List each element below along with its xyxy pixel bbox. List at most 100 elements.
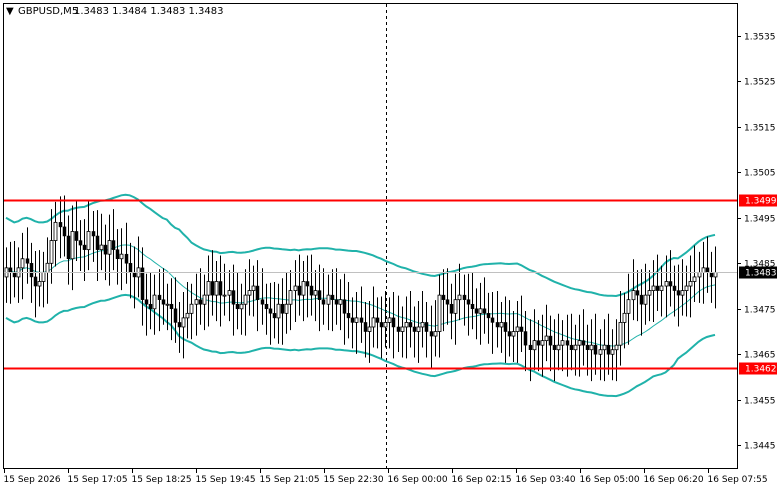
- candle-bull: [214, 281, 219, 296]
- candle-bull: [659, 285, 664, 291]
- candle-bear: [474, 308, 479, 314]
- y-tick-label: 1.3495: [744, 215, 776, 225]
- y-tick-label: 1.3465: [744, 351, 776, 361]
- candle-bull: [614, 344, 619, 351]
- candle-bear: [58, 222, 63, 228]
- candle-bear: [297, 285, 302, 296]
- candle-bear: [309, 285, 314, 296]
- candle-bull: [688, 281, 693, 287]
- candle-bear: [115, 249, 120, 259]
- candle-bear: [66, 235, 71, 259]
- candle-bull: [515, 326, 520, 332]
- y-tick-label: 1.3515: [744, 124, 776, 134]
- candle-bear: [705, 267, 710, 273]
- y-tick-label: 1.3525: [744, 78, 776, 88]
- candle-bear: [173, 308, 178, 323]
- candle-bull: [338, 299, 343, 305]
- price-chart[interactable]: 1.3499 1.3462 1.3483 1.3535 1.3525 1.3515 1.3…: [0, 0, 781, 489]
- candle-bear: [74, 231, 79, 241]
- candle-bull: [288, 290, 293, 305]
- candle-bull: [433, 331, 438, 337]
- candle-bear: [672, 285, 677, 291]
- candle-bull: [499, 322, 504, 328]
- candle-bear: [441, 294, 446, 300]
- candle-bull: [532, 340, 537, 351]
- candle-bull: [45, 262, 50, 273]
- candle-bull: [684, 285, 689, 291]
- y-tick-label: 1.3475: [744, 306, 776, 316]
- candle-bear: [111, 240, 116, 250]
- candle-bear: [449, 303, 454, 314]
- candle-bear: [635, 290, 640, 296]
- candle-bull: [622, 312, 627, 323]
- candle-bear: [231, 290, 236, 305]
- candle-bear: [462, 294, 467, 300]
- candle-bull: [577, 340, 582, 346]
- candle-bull: [626, 299, 631, 314]
- quote-values: 1.3483 1.3484 1.3483 1.3483: [74, 6, 224, 17]
- candle-bear: [676, 290, 681, 296]
- candle-bear: [264, 303, 269, 310]
- candle-bear: [466, 299, 471, 305]
- candle-bear: [62, 226, 67, 237]
- x-tick-label: 16 Sep 07:55: [708, 475, 768, 485]
- candle-bear: [334, 299, 339, 305]
- candle-bear: [445, 299, 450, 305]
- candle-bear: [124, 253, 129, 264]
- candle-bear: [379, 322, 384, 328]
- candle-bear: [396, 326, 401, 332]
- candle-bear: [482, 308, 487, 314]
- candle-bull: [86, 231, 91, 251]
- candle-bear: [429, 331, 434, 337]
- candle-bull: [284, 303, 289, 314]
- candle-bull: [185, 312, 190, 319]
- candle-bear: [161, 299, 166, 305]
- candle-bull: [313, 290, 318, 296]
- x-tick-label: 15 Sep 18:25: [132, 475, 192, 485]
- candle-bull: [227, 290, 232, 296]
- candle-bull: [387, 317, 392, 323]
- candle-bull: [631, 290, 636, 301]
- candle-bull: [152, 294, 157, 310]
- x-tick-label: 15 Sep 2026: [4, 475, 61, 485]
- candle-bear: [255, 285, 260, 300]
- candle-bull: [383, 322, 388, 328]
- candle-bear: [8, 267, 13, 273]
- y-tick-label: 1.3445: [744, 442, 776, 452]
- candle-bear: [593, 344, 598, 355]
- candle-bear: [218, 281, 223, 296]
- candle-bull: [206, 281, 211, 296]
- candle-bull: [189, 303, 194, 314]
- y-tick-label: 1.3505: [744, 169, 776, 179]
- collapse-arrow-icon[interactable]: ▼: [6, 6, 14, 17]
- candle-bear: [412, 326, 417, 332]
- x-tick-label: 15 Sep 22:30: [324, 475, 384, 485]
- candle-bear: [157, 294, 162, 300]
- x-tick-label: 16 Sep 06:20: [644, 475, 704, 485]
- candle-bear: [528, 344, 533, 350]
- candle-bull: [20, 258, 25, 269]
- candle-bull: [371, 317, 376, 328]
- x-tick-label: 16 Sep 00:00: [388, 475, 448, 485]
- candle-bear: [709, 272, 714, 278]
- candle-bear: [486, 313, 491, 319]
- candle-bull: [202, 294, 207, 305]
- candle-bull: [598, 349, 603, 355]
- candle-bull: [643, 294, 648, 305]
- candle-bull: [181, 317, 186, 328]
- candle-bear: [375, 317, 380, 323]
- candle-bear: [29, 263, 34, 278]
- candle-bull: [239, 303, 244, 310]
- candle-bull: [70, 231, 75, 260]
- candle-bull: [680, 290, 685, 296]
- candle-bear: [548, 335, 553, 346]
- candle-bear: [33, 276, 38, 287]
- candle-bull: [664, 281, 669, 287]
- candle-bear: [272, 313, 277, 319]
- symbol-label: GBPUSD,M5: [18, 6, 78, 17]
- candle-bull: [99, 244, 104, 251]
- candle-bull: [556, 344, 561, 351]
- candle-bear: [536, 340, 541, 346]
- x-tick-label: 16 Sep 05:00: [580, 475, 640, 485]
- candle-bull: [697, 271, 702, 278]
